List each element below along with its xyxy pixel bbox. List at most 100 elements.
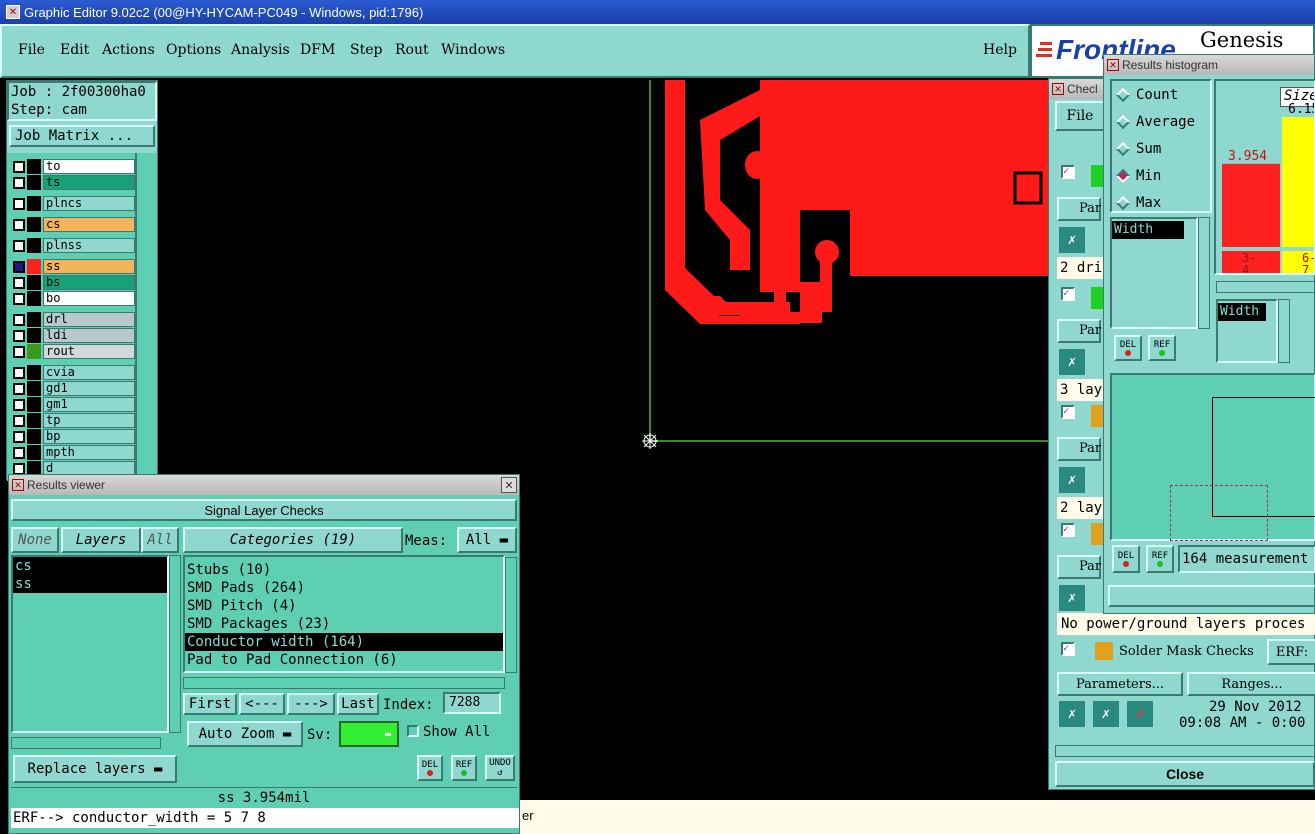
- layer-checkbox[interactable]: [13, 197, 25, 210]
- list-item[interactable]: Stubs (10): [185, 561, 503, 579]
- layer-row-plnss[interactable]: plnss: [13, 238, 135, 253]
- field-list-scrollbar[interactable]: [1198, 217, 1210, 329]
- layer-checkbox[interactable]: [13, 176, 25, 189]
- histogram-option-max[interactable]: Max: [1115, 195, 1161, 211]
- menu-rout[interactable]: Rout: [395, 42, 429, 58]
- layer-row-plncs[interactable]: plncs: [13, 196, 135, 211]
- histogram-ref-button[interactable]: REF: [1148, 335, 1176, 361]
- last-button[interactable]: Last: [337, 693, 379, 715]
- checklist-title-bar[interactable]: ✕ Checl: [1049, 79, 1109, 99]
- job-matrix-button[interactable]: Job Matrix ...: [9, 125, 155, 147]
- checklist-hscroll[interactable]: [1055, 745, 1315, 757]
- run-check-icon[interactable]: ✗: [1059, 349, 1085, 375]
- category-scrollbar[interactable]: [505, 557, 517, 673]
- layer-row-ldi[interactable]: ldi: [13, 328, 135, 343]
- solder-mask-checkbox[interactable]: ✓: [1061, 642, 1075, 656]
- layer-checkbox[interactable]: [13, 292, 25, 305]
- erf-button[interactable]: ERF:: [1267, 639, 1315, 665]
- menu-edit[interactable]: Edit: [60, 42, 89, 58]
- layer-scrollbar[interactable]: [135, 153, 157, 481]
- layer-row-bs[interactable]: bs: [13, 275, 135, 290]
- menu-windows[interactable]: Windows: [441, 42, 505, 58]
- ref-button[interactable]: REF: [451, 755, 477, 781]
- layer-checkbox[interactable]: [13, 218, 25, 231]
- check-enable-checkbox[interactable]: ✓: [1061, 523, 1075, 537]
- radio-diamond-icon[interactable]: [1115, 168, 1131, 184]
- run-area-icon[interactable]: ✗: [1093, 701, 1119, 727]
- histogram-option-count[interactable]: Count: [1115, 87, 1178, 103]
- layers-button[interactable]: Layers: [61, 527, 141, 553]
- signal-layer-checks-header[interactable]: Signal Layer Checks: [11, 499, 517, 521]
- layer-row-tp[interactable]: tp: [13, 413, 135, 428]
- categories-button[interactable]: Categories (19): [183, 527, 403, 553]
- layer-checkbox[interactable]: [13, 414, 25, 427]
- first-button[interactable]: First: [183, 693, 237, 715]
- radio-diamond-icon[interactable]: [1115, 114, 1131, 130]
- ranges-button[interactable]: Ranges...: [1187, 672, 1315, 696]
- replace-layers-select[interactable]: Replace layers ▬: [13, 755, 177, 783]
- close-icon[interactable]: ✕: [501, 477, 517, 493]
- layer-checkbox[interactable]: [13, 366, 25, 379]
- run-check-icon[interactable]: ✗: [1059, 227, 1085, 253]
- layer-checkbox[interactable]: [13, 329, 25, 342]
- check-enable-checkbox[interactable]: ✓: [1061, 287, 1075, 301]
- layer-checkbox[interactable]: [13, 430, 25, 443]
- layer-row-gd1[interactable]: gd1: [13, 381, 135, 396]
- list-item[interactable]: SMD Pitch (4): [185, 597, 503, 615]
- prev-button[interactable]: <---: [239, 693, 285, 715]
- check-parameters-button[interactable]: Par: [1057, 555, 1101, 579]
- histogram-option-min[interactable]: Min: [1115, 168, 1161, 184]
- histogram-field-list[interactable]: Width: [1110, 217, 1198, 329]
- preview-del-button[interactable]: DEL: [1112, 545, 1140, 573]
- undo-button[interactable]: UNDO ↺: [485, 755, 515, 781]
- all-button[interactable]: All: [141, 527, 179, 553]
- next-button[interactable]: --->: [287, 693, 335, 715]
- histogram-del-button[interactable]: DEL: [1114, 335, 1142, 361]
- layer-row-cs[interactable]: cs: [13, 217, 135, 232]
- layer-row-ss[interactable]: ss: [13, 259, 135, 274]
- layer-checkbox[interactable]: [13, 239, 25, 252]
- menu-step[interactable]: Step: [350, 42, 382, 58]
- layer-checkbox[interactable]: [13, 276, 25, 289]
- histogram-chart[interactable]: Size 3.9543-46.156-7: [1214, 79, 1315, 275]
- parameters-button[interactable]: Parameters...: [1057, 672, 1183, 696]
- preview-ref-button[interactable]: REF: [1146, 545, 1174, 573]
- radio-diamond-icon[interactable]: [1115, 195, 1131, 211]
- layer-row-to[interactable]: to: [13, 159, 135, 174]
- run-check-icon[interactable]: ✗: [1059, 467, 1085, 493]
- run-check-icon[interactable]: ✗: [1059, 585, 1085, 611]
- list-item[interactable]: SMD Packages (23): [185, 615, 503, 633]
- radio-diamond-icon[interactable]: [1115, 87, 1131, 103]
- layer-row-rout[interactable]: rout: [13, 344, 135, 359]
- layer-row-ts[interactable]: ts: [13, 175, 135, 190]
- list-item[interactable]: ss: [13, 575, 167, 593]
- histogram-field-list-2[interactable]: Width: [1216, 299, 1278, 363]
- histogram-bar[interactable]: [1222, 163, 1280, 247]
- run-selected-icon[interactable]: ✗: [1127, 701, 1153, 727]
- histogram-preview[interactable]: [1110, 373, 1315, 541]
- index-input[interactable]: 7288: [443, 692, 501, 714]
- layer-row-mpth[interactable]: mpth: [13, 445, 135, 460]
- close-button[interactable]: Close: [1055, 761, 1315, 787]
- menu-help[interactable]: Help: [983, 42, 1017, 58]
- layer-row-drl[interactable]: drl: [13, 312, 135, 327]
- check-enable-checkbox[interactable]: ✓: [1061, 165, 1075, 179]
- list-item[interactable]: cs: [13, 557, 167, 575]
- window-title-bar[interactable]: ✕ Graphic Editor 9.02c2 (00@HY-HYCAM-PC0…: [0, 0, 1315, 24]
- histogram-hscroll[interactable]: [1216, 281, 1315, 293]
- layer-list-scrollbar[interactable]: [169, 555, 181, 733]
- list-item-selected[interactable]: Conductor width (164): [185, 633, 503, 651]
- histogram-option-average[interactable]: Average: [1115, 114, 1195, 130]
- layer-checkbox[interactable]: [13, 398, 25, 411]
- list-item-selected[interactable]: Width: [1112, 221, 1184, 239]
- check-parameters-button[interactable]: Par: [1057, 197, 1101, 221]
- layer-row-gm1[interactable]: gm1: [13, 397, 135, 412]
- results-viewer-title-bar[interactable]: ✕ Results viewer ✕: [9, 475, 519, 495]
- check-enable-checkbox[interactable]: ✓: [1061, 405, 1075, 419]
- check-parameters-button[interactable]: Par: [1057, 437, 1101, 461]
- menu-analysis[interactable]: Analysis: [231, 42, 290, 58]
- menu-actions[interactable]: Actions: [102, 42, 155, 58]
- layer-checkbox[interactable]: [13, 345, 25, 358]
- histogram-bar[interactable]: [1282, 117, 1315, 247]
- category-list[interactable]: Stubs (10) SMD Pads (264) SMD Pitch (4) …: [183, 555, 505, 673]
